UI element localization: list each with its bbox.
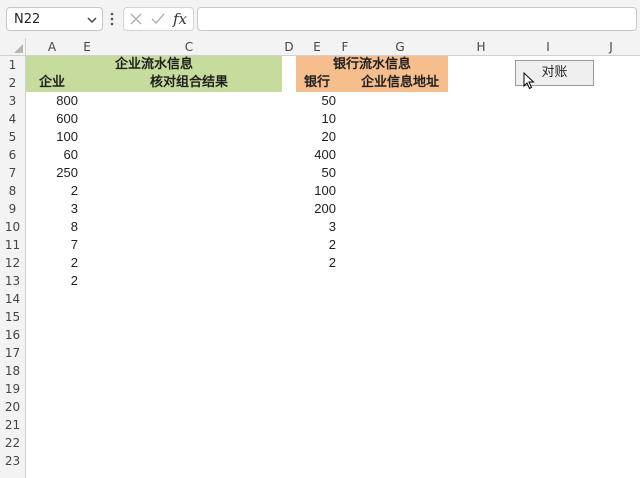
column-header[interactable]: J bbox=[582, 38, 640, 56]
cancel-icon[interactable] bbox=[129, 12, 143, 26]
column-header[interactable]: G bbox=[352, 38, 448, 56]
column-header[interactable]: E bbox=[296, 38, 338, 56]
row-header[interactable]: 14 bbox=[0, 290, 26, 308]
enter-check-icon[interactable] bbox=[151, 12, 165, 26]
enterprise-value-cell[interactable]: 800 bbox=[26, 92, 80, 110]
name-box[interactable]: N22 bbox=[6, 7, 103, 31]
bank-value-cell[interactable]: 50 bbox=[296, 92, 338, 110]
column-header[interactable]: A bbox=[26, 38, 78, 56]
column-header[interactable]: I bbox=[514, 38, 582, 56]
enterprise-value-cell[interactable]: 2 bbox=[26, 254, 80, 272]
row-header[interactable]: 23 bbox=[0, 452, 26, 478]
bank-value-cell[interactable]: 100 bbox=[296, 182, 338, 200]
enterprise-value-cell[interactable]: 250 bbox=[26, 164, 80, 182]
row-header[interactable]: 2 bbox=[0, 74, 26, 92]
row-header[interactable]: 22 bbox=[0, 434, 26, 452]
enterprise-col1-header[interactable]: 企业 bbox=[26, 74, 78, 92]
bank-title[interactable]: 银行流水信息 bbox=[296, 56, 448, 74]
column-header[interactable]: C bbox=[96, 38, 282, 56]
enterprise-value-cell[interactable]: 3 bbox=[26, 200, 80, 218]
row-header[interactable]: 17 bbox=[0, 344, 26, 362]
bank-value-cell[interactable]: 3 bbox=[296, 218, 338, 236]
formula-input[interactable] bbox=[197, 7, 637, 31]
bank-header-fill[interactable] bbox=[338, 74, 352, 92]
select-all-corner[interactable] bbox=[0, 38, 26, 56]
row-header[interactable]: 10 bbox=[0, 218, 26, 236]
bank-col2-header[interactable]: 企业信息地址 bbox=[352, 74, 448, 92]
row-header[interactable]: 6 bbox=[0, 146, 26, 164]
row-header[interactable]: 8 bbox=[0, 182, 26, 200]
row-header[interactable]: 12 bbox=[0, 254, 26, 272]
row-header[interactable]: 4 bbox=[0, 110, 26, 128]
enterprise-value-cell[interactable]: 2 bbox=[26, 272, 80, 290]
select-all-icon bbox=[14, 44, 23, 53]
bank-value-cell[interactable]: 2 bbox=[296, 254, 338, 272]
bank-value-cell[interactable]: 10 bbox=[296, 110, 338, 128]
row-header[interactable]: 15 bbox=[0, 308, 26, 326]
enterprise-value-cell[interactable]: 60 bbox=[26, 146, 80, 164]
more-options-icon[interactable] bbox=[109, 10, 115, 28]
enterprise-value-cell[interactable]: 100 bbox=[26, 128, 80, 146]
row-header[interactable]: 11 bbox=[0, 236, 26, 254]
insert-function-icon[interactable]: fx bbox=[173, 10, 187, 28]
row-header[interactable]: 1 bbox=[0, 56, 26, 74]
row-header[interactable]: 13 bbox=[0, 272, 26, 290]
column-header[interactable]: H bbox=[448, 38, 514, 56]
enterprise-title[interactable]: 企业流水信息 bbox=[26, 56, 282, 74]
bank-value-cell[interactable]: 200 bbox=[296, 200, 338, 218]
row-header[interactable]: 16 bbox=[0, 326, 26, 344]
row-header[interactable]: 21 bbox=[0, 416, 26, 434]
column-header[interactable]: E bbox=[78, 38, 96, 56]
row-header[interactable]: 7 bbox=[0, 164, 26, 182]
enterprise-header-fill[interactable] bbox=[78, 74, 96, 92]
enterprise-value-cell[interactable]: 8 bbox=[26, 218, 80, 236]
name-box-value: N22 bbox=[14, 12, 41, 27]
row-header[interactable]: 19 bbox=[0, 380, 26, 398]
formula-bar: N22 fx bbox=[0, 0, 640, 38]
formula-controls: fx bbox=[123, 7, 194, 31]
enterprise-col2-header[interactable]: 核对组合结果 bbox=[96, 74, 282, 92]
bank-value-cell[interactable]: 400 bbox=[296, 146, 338, 164]
row-header[interactable]: 9 bbox=[0, 200, 26, 218]
spreadsheet-grid[interactable]: A E C D E F G H I J 1 2 3 4 5 6 7 8 9 10… bbox=[0, 38, 640, 478]
enterprise-value-cell[interactable]: 7 bbox=[26, 236, 80, 254]
column-header[interactable]: D bbox=[282, 38, 296, 56]
bank-col1-header[interactable]: 银行 bbox=[296, 74, 338, 92]
bank-value-cell[interactable]: 50 bbox=[296, 164, 338, 182]
chevron-down-icon[interactable] bbox=[85, 13, 99, 27]
mouse-cursor-icon bbox=[523, 72, 535, 90]
bank-value-cell[interactable]: 20 bbox=[296, 128, 338, 146]
row-header[interactable]: 3 bbox=[0, 92, 26, 110]
row-header[interactable]: 20 bbox=[0, 398, 26, 416]
bank-value-cell[interactable]: 2 bbox=[296, 236, 338, 254]
column-header[interactable]: F bbox=[338, 38, 352, 56]
enterprise-value-cell[interactable]: 2 bbox=[26, 182, 80, 200]
row-header[interactable]: 18 bbox=[0, 362, 26, 380]
row-header[interactable]: 5 bbox=[0, 128, 26, 146]
enterprise-value-cell[interactable]: 600 bbox=[26, 110, 80, 128]
